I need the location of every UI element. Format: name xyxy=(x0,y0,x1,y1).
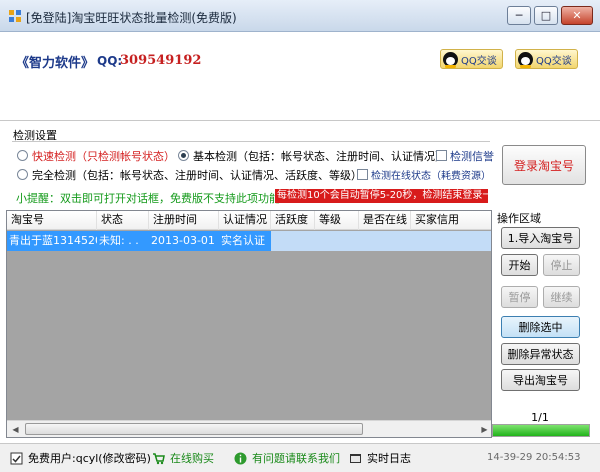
cell-auth: 实名认证 xyxy=(219,231,271,251)
column-header-account[interactable]: 淘宝号 xyxy=(7,211,97,230)
export-accounts-button[interactable]: 导出淘宝号 xyxy=(501,369,580,391)
start-button[interactable]: 开始 xyxy=(501,254,538,276)
table-row[interactable]: 青出于蓝1314520 未知: . . 2013-03-01 实名认证 xyxy=(7,231,491,251)
pause-button[interactable]: 暂停 xyxy=(501,286,538,308)
warning-banner: 每检测10个会自动暂停5-20秒，检测结束登录一个淘宝号！！！！ xyxy=(275,189,488,203)
column-header-auth[interactable]: 认证情况 xyxy=(219,211,271,230)
results-table[interactable]: 淘宝号 状态 注册时间 认证情况 活跃度 等级 是否在线 买家信用 青出于蓝13… xyxy=(6,210,492,438)
cell-buyer-credit xyxy=(411,231,491,251)
delete-selected-button[interactable]: 删除选中 xyxy=(501,316,580,338)
radio-quick-check[interactable] xyxy=(17,150,28,161)
qq-penguin-icon xyxy=(518,51,533,68)
column-header-buyer-credit[interactable]: 买家信用 xyxy=(411,211,491,230)
cell-online xyxy=(359,231,411,251)
info-icon xyxy=(234,452,247,464)
qq-label: QQ: xyxy=(97,54,123,68)
horizontal-scrollbar[interactable]: ◀ ▶ xyxy=(7,420,491,437)
stop-button[interactable]: 停止 xyxy=(543,254,580,276)
progress-counter: 1/1 xyxy=(531,411,549,424)
status-datetime: 14-39-29 20:54:53 xyxy=(487,452,581,463)
realtime-log-link[interactable]: 实时日志 xyxy=(349,450,411,466)
qq-chat-button-1[interactable]: QQ交谈 xyxy=(440,49,503,69)
radio-basic-check[interactable] xyxy=(178,150,189,161)
log-icon xyxy=(350,453,361,463)
scroll-left-icon[interactable]: ◀ xyxy=(7,421,24,437)
column-header-activity[interactable]: 活跃度 xyxy=(271,211,315,230)
tip-text: 小提醒：双击即可打开对话框，免费版不支持此项功能 xyxy=(16,192,280,205)
minimize-button[interactable]: ─ xyxy=(507,6,531,25)
realtime-log-text: 实时日志 xyxy=(367,452,411,465)
qq-chat-label: QQ交谈 xyxy=(461,55,497,67)
column-header-reg-time[interactable]: 注册时间 xyxy=(149,211,219,230)
app-icon xyxy=(9,10,21,22)
user-account-link[interactable]: 免费用户:qcyl(修改密码) xyxy=(10,450,151,466)
user-icon xyxy=(10,452,23,464)
delete-abnormal-button[interactable]: 删除异常状态 xyxy=(501,343,580,365)
resume-button[interactable]: 继续 xyxy=(543,286,580,308)
window-title: [免登陆]淘宝旺旺状态批量检测(免费版) xyxy=(26,11,237,25)
qq-penguin-icon xyxy=(443,51,458,68)
basic-check-label: 基本检测（包括：帐号状态、注册时间、认证情况） xyxy=(193,150,446,163)
table-header: 淘宝号 状态 注册时间 认证情况 活跃度 等级 是否在线 买家信用 xyxy=(7,211,491,230)
cell-account: 青出于蓝1314520 xyxy=(7,231,97,251)
radio-full-check[interactable] xyxy=(17,169,28,180)
maximize-button[interactable]: □ xyxy=(534,6,558,25)
qq-chat-button-2[interactable]: QQ交谈 xyxy=(515,49,578,69)
buy-online-link[interactable]: 在线购买 xyxy=(152,450,214,466)
contact-us-text: 有问题请联系我们 xyxy=(252,452,340,465)
cell-status: 未知: . . xyxy=(97,231,149,251)
column-header-level[interactable]: 等级 xyxy=(315,211,359,230)
buy-online-text: 在线购买 xyxy=(170,452,214,465)
column-header-status[interactable]: 状态 xyxy=(97,211,149,230)
header-banner xyxy=(0,33,600,121)
settings-divider xyxy=(12,141,490,142)
import-accounts-button[interactable]: 1.导入淘宝号 xyxy=(501,227,580,249)
shopping-cart-icon xyxy=(153,452,165,464)
column-header-online[interactable]: 是否在线 xyxy=(359,211,411,230)
progress-fill xyxy=(493,425,589,436)
qq-number: 309549192 xyxy=(120,53,202,68)
cell-reg-time: 2013-03-01 xyxy=(149,231,219,251)
checkbox-online-status[interactable] xyxy=(357,169,368,180)
full-check-label: 完全检测（包括：帐号状态、注册时间、认证情况、活跃度、等级） xyxy=(32,169,362,182)
operations-title: 操作区域 xyxy=(497,212,541,225)
scroll-thumb[interactable] xyxy=(25,423,363,435)
contact-us-link[interactable]: 有问题请联系我们 xyxy=(234,450,340,466)
cell-activity xyxy=(271,231,315,251)
user-status-text: 免费用户:qcyl(修改密码) xyxy=(28,452,151,465)
checkbox-credit[interactable] xyxy=(436,150,447,161)
close-button[interactable]: ✕ xyxy=(561,6,593,25)
quick-check-label: 快速检测（只检测帐号状态） xyxy=(32,150,175,163)
online-status-label: 检测在线状态（耗费资源） xyxy=(371,171,491,182)
login-taobao-button[interactable]: 登录淘宝号 xyxy=(502,145,586,185)
credit-check-label: 检测信誉 xyxy=(450,150,494,163)
progress-bar xyxy=(492,424,590,437)
brand-name: 《智力软件》 xyxy=(16,56,95,71)
qq-chat-label: QQ交谈 xyxy=(536,55,572,67)
cell-level xyxy=(315,231,359,251)
scroll-right-icon[interactable]: ▶ xyxy=(476,421,491,437)
